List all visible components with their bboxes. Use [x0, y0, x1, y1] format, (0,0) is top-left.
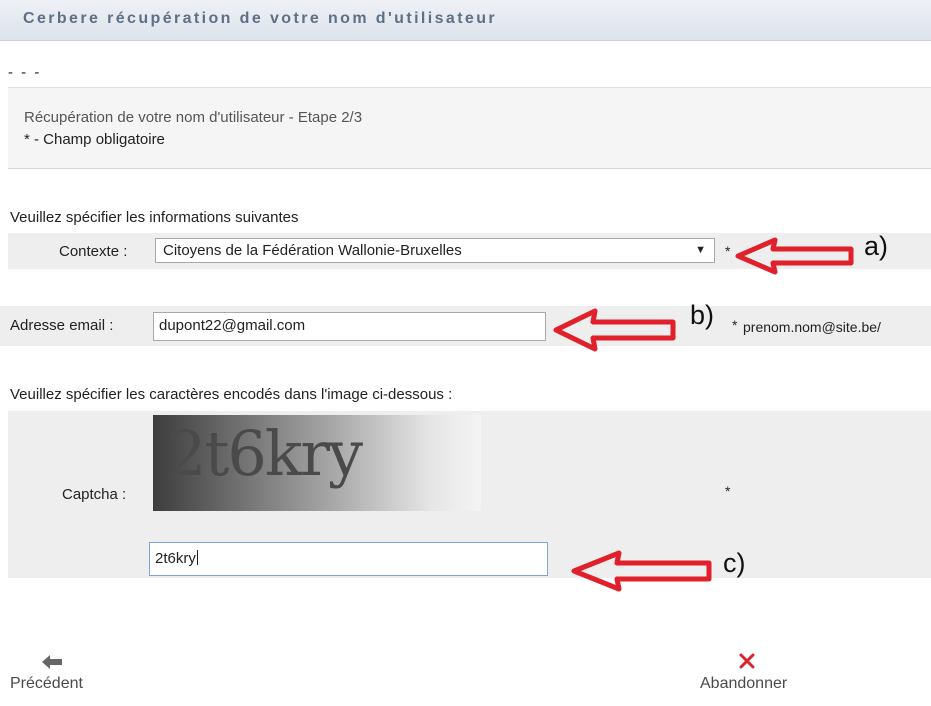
close-icon[interactable]	[739, 653, 755, 669]
page-title: Cerbere récupération de votre nom d'util…	[23, 10, 498, 27]
step-title: Récupération de votre nom d'utilisateur …	[24, 109, 363, 126]
captcha-required-marker: *	[725, 483, 731, 499]
step-info-box: Récupération de votre nom d'utilisateur …	[8, 87, 931, 169]
annotation-arrow-a-icon	[735, 237, 854, 275]
separator: - - -	[8, 64, 42, 81]
context-required-marker: *	[725, 243, 731, 259]
annotation-a: a)	[864, 231, 889, 261]
annotation-arrow-c-icon	[571, 550, 712, 592]
email-field[interactable]: dupont22@gmail.com	[153, 312, 546, 341]
email-value: dupont22@gmail.com	[159, 317, 306, 334]
required-note: * - Champ obligatoire	[24, 131, 165, 148]
captcha-label: Captcha :	[62, 486, 127, 503]
abandon-label[interactable]: Abandonner	[700, 675, 787, 693]
arrow-left-icon[interactable]	[42, 655, 64, 669]
captcha-image: 2t6kry	[153, 415, 481, 511]
annotation-arrow-b-icon	[553, 308, 676, 352]
captcha-intro: Veuillez spécifier les caractères encodé…	[10, 386, 453, 403]
email-required-marker: *	[732, 317, 738, 333]
email-label: Adresse email :	[10, 317, 114, 334]
dropdown-arrow-icon[interactable]: ▼	[695, 244, 706, 256]
captcha-input[interactable]: 2t6kry	[149, 542, 548, 576]
context-label: Contexte :	[59, 243, 128, 260]
annotation-c: c)	[723, 548, 746, 578]
previous-button[interactable]: Précédent	[10, 655, 83, 693]
title-bar: Cerbere récupération de votre nom d'util…	[0, 0, 931, 41]
email-format-hint: prenom.nom@site.be/	[743, 319, 881, 335]
abandon-button[interactable]: Abandonner	[700, 653, 787, 693]
previous-label[interactable]: Précédent	[10, 675, 83, 693]
annotation-b: b)	[690, 300, 715, 330]
context-select[interactable]: Citoyens de la Fédération Wallonie-Bruxe…	[155, 238, 715, 263]
form-intro: Veuillez spécifier les informations suiv…	[10, 209, 299, 226]
captcha-input-value: 2t6kry	[155, 550, 196, 567]
captcha-image-text: 2t6kry	[167, 417, 363, 490]
context-selected-value: Citoyens de la Fédération Wallonie-Bruxe…	[163, 242, 462, 259]
text-cursor	[196, 550, 198, 565]
